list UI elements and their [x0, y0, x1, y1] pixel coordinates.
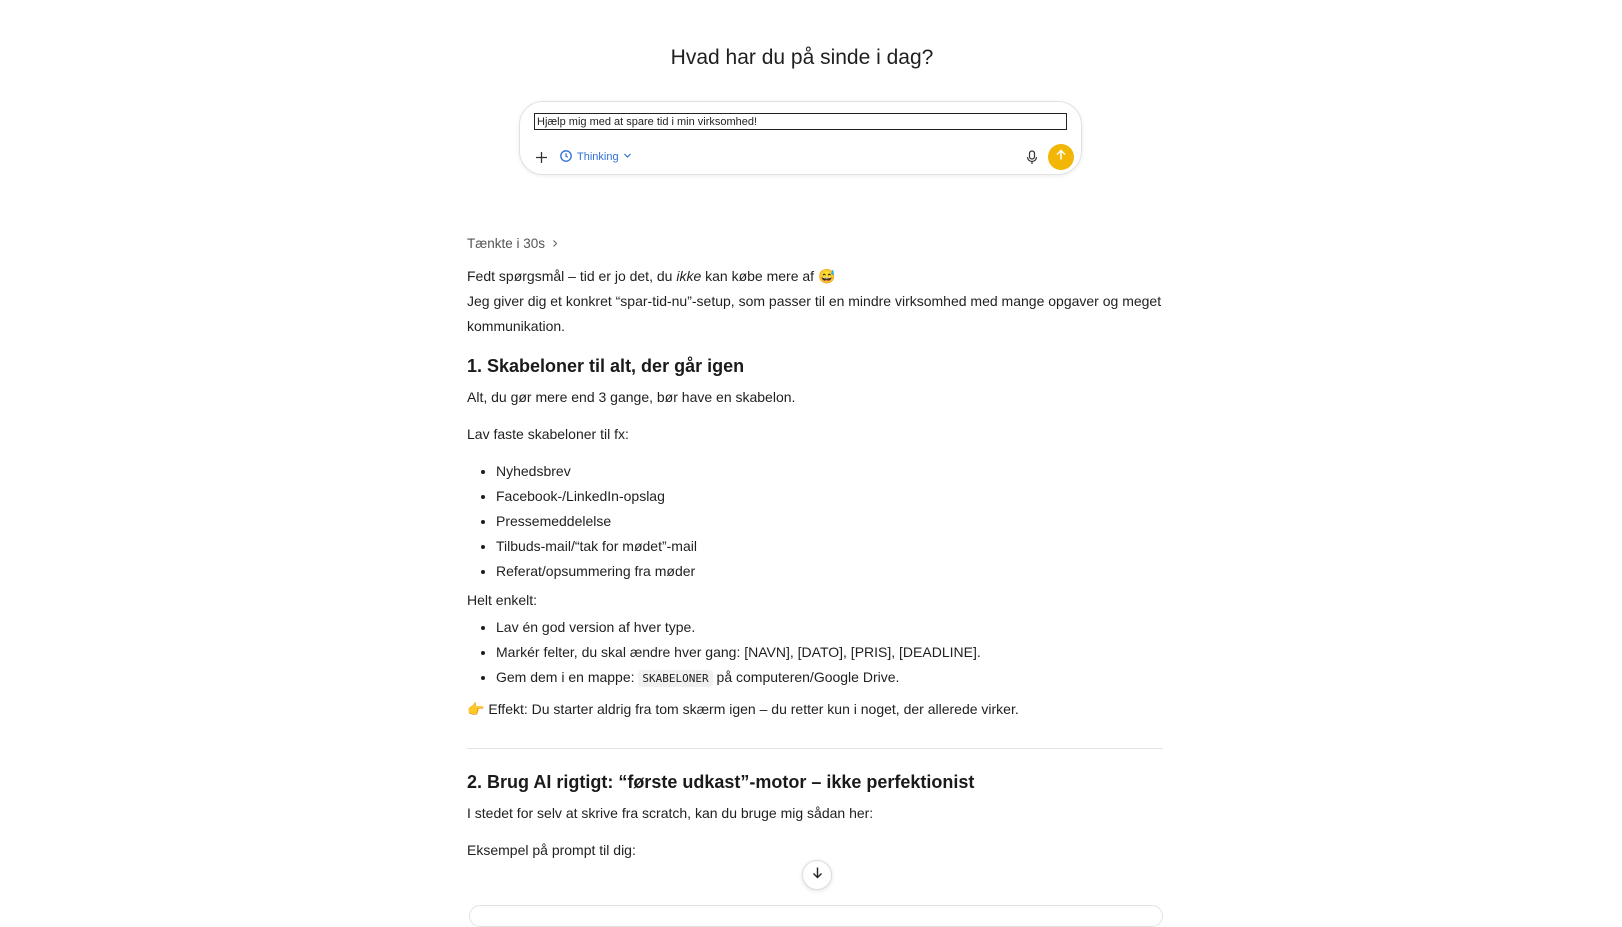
template-list: Nyhedsbrev Facebook-/LinkedIn-opslag Pre…	[467, 459, 1163, 584]
intro-text-start: Fedt spørgsmål – tid er jo det, du	[467, 268, 677, 284]
thinking-mode-button[interactable]: Thinking	[559, 148, 632, 166]
section-1-paragraph-1: Alt, du gør mere end 3 gange, bør have e…	[467, 389, 796, 405]
send-button[interactable]	[1048, 144, 1074, 170]
chevron-right-icon	[551, 231, 559, 256]
thought-label: Tænkte i 30s	[467, 235, 546, 251]
intro-emphasis: ikke	[676, 268, 702, 284]
section-1-heading: 1. Skabeloner til alt, der går igen	[467, 356, 745, 376]
intro-text-end: kan købe mere af 😅	[701, 268, 836, 284]
list-item: Markér felter, du skal ændre hver gang: …	[496, 640, 1163, 665]
thinking-label: Thinking	[577, 151, 619, 163]
page-greeting: Hvad har du på sinde i dag?	[670, 46, 934, 69]
effect-line: 👉 Effekt: Du starter aldrig fra tom skær…	[467, 697, 1163, 722]
thinking-icon	[559, 149, 573, 166]
effect-text: Effekt: Du starter aldrig fra tom skærm …	[484, 701, 1019, 717]
list-item: Nyhedsbrev	[496, 459, 1163, 484]
section-divider	[467, 748, 1163, 749]
list-item: Gem dem i en mappe: SKABELONER på comput…	[496, 665, 1163, 691]
intro-line-2: Jeg giver dig et konkret “spar-tid-nu”-s…	[467, 293, 1162, 334]
plus-icon[interactable]	[532, 148, 550, 166]
list-item: Referat/opsummering fra møder	[496, 559, 1163, 584]
folder-name-code: SKABELONER	[638, 670, 713, 687]
step-3-text-start: Gem dem i en mappe:	[496, 669, 639, 685]
list-item: Tilbuds-mail/“tak for mødet”-mail	[496, 534, 1163, 559]
composer-toolbar: Thinking	[520, 144, 1081, 170]
chevron-down-icon	[623, 151, 632, 163]
prompt-input[interactable]	[534, 113, 1067, 130]
prompt-example-box	[469, 905, 1163, 927]
assistant-response: Tænkte i 30s Fedt spørgsmål – tid er jo …	[467, 232, 1163, 875]
section-2-heading: 2. Brug AI rigtigt: “første udkast”-moto…	[467, 772, 975, 792]
thought-toggle[interactable]: Tænkte i 30s	[467, 232, 1163, 254]
section-1-paragraph-2: Lav faste skabeloner til fx:	[467, 426, 629, 442]
intro-paragraph: Fedt spørgsmål – tid er jo det, du ikke …	[467, 264, 1163, 339]
arrow-down-icon	[811, 866, 824, 884]
arrow-up-icon	[1055, 148, 1067, 166]
section-1-subhead: Helt enkelt:	[467, 592, 538, 608]
list-item: Pressemeddelelse	[496, 509, 1163, 534]
steps-list: Lav én god version af hver type. Markér …	[467, 615, 1163, 691]
step-3-text-end: på computeren/Google Drive.	[712, 669, 900, 685]
microphone-icon[interactable]	[1023, 148, 1041, 166]
list-item: Facebook-/LinkedIn-opslag	[496, 484, 1163, 509]
prompt-composer: Thinking	[519, 101, 1082, 175]
scroll-to-bottom-button[interactable]	[802, 860, 832, 890]
pointing-hand-icon: 👉	[467, 701, 485, 717]
section-2-paragraph-1: I stedet for selv at skrive fra scratch,…	[467, 805, 874, 821]
list-item: Lav én god version af hver type.	[496, 615, 1163, 640]
